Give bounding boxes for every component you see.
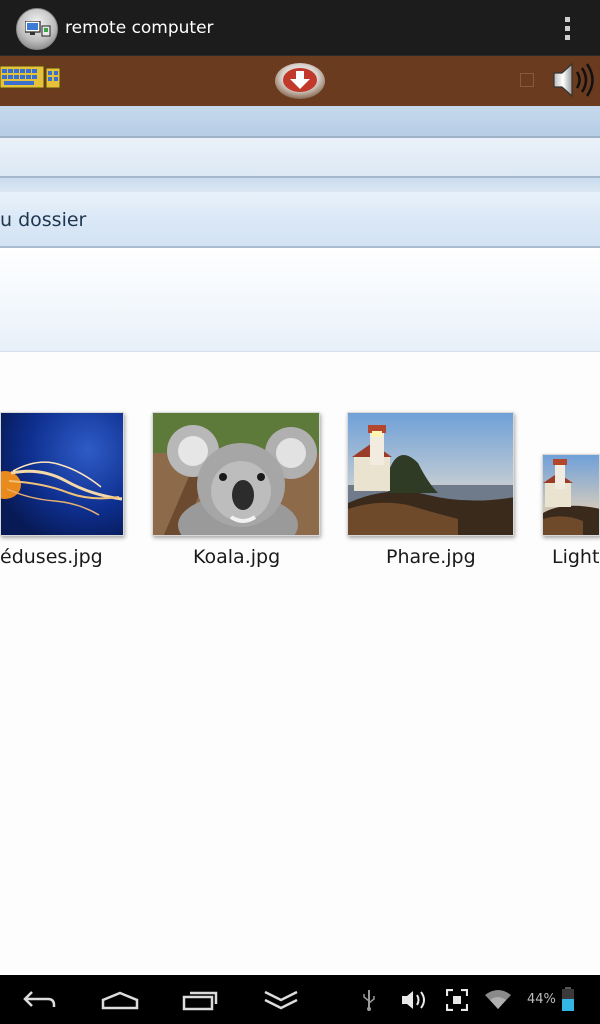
koala-thumbnail	[152, 412, 320, 536]
address-bar[interactable]	[0, 138, 600, 178]
file-name: Light	[552, 546, 600, 568]
checkbox-icon[interactable]	[520, 73, 534, 87]
folder-label: u dossier	[0, 209, 87, 231]
remote-desktop-app-icon[interactable]	[16, 8, 58, 50]
window-title-band	[0, 106, 600, 138]
wifi-icon	[484, 989, 512, 1015]
library-header	[0, 248, 600, 352]
keyboard-icon[interactable]	[0, 64, 62, 92]
screenshot-icon[interactable]	[445, 988, 469, 1015]
home-icon[interactable]	[100, 991, 140, 1015]
speaker-sound-icon[interactable]	[550, 60, 596, 100]
system-nav-bar: 44%	[0, 975, 600, 1024]
file-name: éduses.jpg	[0, 546, 103, 568]
download-arrow-icon[interactable]	[274, 62, 326, 100]
folder-bar[interactable]: u dossier	[0, 192, 600, 248]
jellyfish-thumbnail	[0, 412, 124, 536]
back-icon[interactable]	[22, 989, 58, 1015]
remote-toolbar	[0, 56, 600, 106]
action-bar: remote computer	[0, 0, 600, 56]
lighthouse-thumbnail-partial	[542, 454, 600, 536]
battery-icon	[562, 987, 574, 1015]
window-band	[0, 178, 600, 192]
file-name: Phare.jpg	[386, 546, 476, 568]
recent-apps-icon[interactable]	[182, 989, 220, 1015]
lighthouse-thumbnail	[347, 412, 514, 536]
overflow-menu-icon[interactable]	[558, 14, 578, 44]
screen: remote computer u dossier éduses.jpg Koa…	[0, 0, 600, 1024]
usb-icon	[362, 989, 376, 1015]
volume-icon[interactable]	[400, 989, 428, 1015]
battery-percentage: 44%	[527, 992, 556, 1007]
file-name: Koala.jpg	[193, 546, 281, 568]
app-title: remote computer	[65, 18, 214, 38]
collapse-icon[interactable]	[262, 989, 300, 1015]
